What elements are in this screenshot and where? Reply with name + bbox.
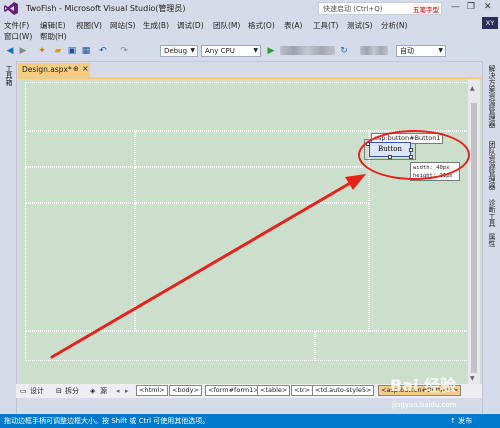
watermark-logo: Bai 经验 xyxy=(390,376,457,395)
breadcrumb-body[interactable]: <body> xyxy=(169,385,202,396)
tab-source[interactable]: 源 xyxy=(100,386,107,396)
breadcrumb-html[interactable]: <html> xyxy=(136,385,168,396)
status-message: 拖动边框手柄可调整边框大小。按 Shift 或 Ctrl 可使用其他选项。 xyxy=(4,417,210,425)
split-view-icon[interactable]: ⊟ xyxy=(56,386,62,396)
tab-split[interactable]: 拆分 xyxy=(65,386,79,396)
tab-design[interactable]: 设计 xyxy=(30,386,44,396)
source-view-icon[interactable]: ◈ xyxy=(90,386,95,396)
breadcrumb-form[interactable]: <form#form1> xyxy=(205,385,262,396)
red-arrow-annotation xyxy=(50,174,366,359)
status-bar: 拖动边框手柄可调整边框大小。按 Shift 或 Ctrl 可使用其他选项。 ↑ … xyxy=(0,414,500,428)
breadcrumb-table[interactable]: <table> xyxy=(257,385,291,396)
breadcrumb-tr[interactable]: <tr> xyxy=(291,385,314,396)
watermark-url: jingyan.baidu.com xyxy=(392,401,457,409)
publish-button[interactable]: ↑ 发布 xyxy=(450,416,472,426)
scroll-left-icon[interactable]: ◂ xyxy=(116,386,120,396)
design-view-icon[interactable]: ▭ xyxy=(20,386,27,396)
breadcrumb-td[interactable]: <td.auto-style5> xyxy=(312,385,375,396)
scroll-right-icon[interactable]: ▸ xyxy=(125,386,129,396)
